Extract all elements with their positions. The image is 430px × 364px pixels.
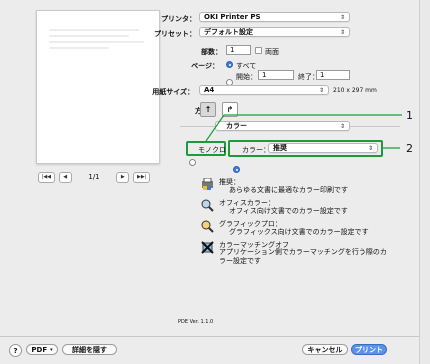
- version-text: PDE Ver. 1.1.0: [178, 319, 214, 325]
- pdf-menu-button[interactable]: PDF ▾: [26, 344, 58, 355]
- print-button[interactable]: プリント: [351, 344, 387, 355]
- callout-leaders: [205, 114, 402, 149]
- callout-2: 2: [406, 142, 413, 155]
- callout-leader-1: [205, 114, 225, 142]
- color-matching-off-icon: [201, 241, 214, 254]
- chevron-down-icon: ▾: [50, 346, 53, 353]
- hide-details-button[interactable]: 詳細を隠す: [62, 344, 117, 355]
- color-mode-select[interactable]: 推奨 ⇕: [268, 143, 378, 153]
- pdf-label: PDF: [31, 345, 48, 354]
- magnifier-office-icon: [201, 199, 214, 212]
- footer-separator: [0, 336, 419, 337]
- color-label: カラー：: [242, 146, 270, 154]
- color-radio[interactable]: [233, 166, 240, 173]
- printer-color-icon: [201, 177, 214, 191]
- mono-label: モノクロ: [198, 146, 226, 154]
- help-icon[interactable]: ?: [9, 344, 22, 357]
- mono-radio[interactable]: [189, 159, 196, 166]
- updown-arrow-icon: ⇕: [367, 144, 373, 152]
- color-mode-value: 推奨: [273, 144, 287, 152]
- desc-body-recommended: あらゆる文書に最適なカラー印刷です: [229, 186, 348, 194]
- desc-body-office: オフィス向け文書でのカラー設定です: [229, 207, 348, 215]
- callout-1: 1: [406, 109, 413, 122]
- desc-body-color-matching-off: アプリケーション側でカラーマッチングを行う際のカラー設定です: [219, 248, 387, 265]
- magnifier-graphic-icon: [201, 220, 214, 233]
- cancel-button[interactable]: キャンセル: [302, 344, 348, 355]
- desc-body-graphic: グラフィックス向け文書でのカラー設定です: [229, 228, 369, 236]
